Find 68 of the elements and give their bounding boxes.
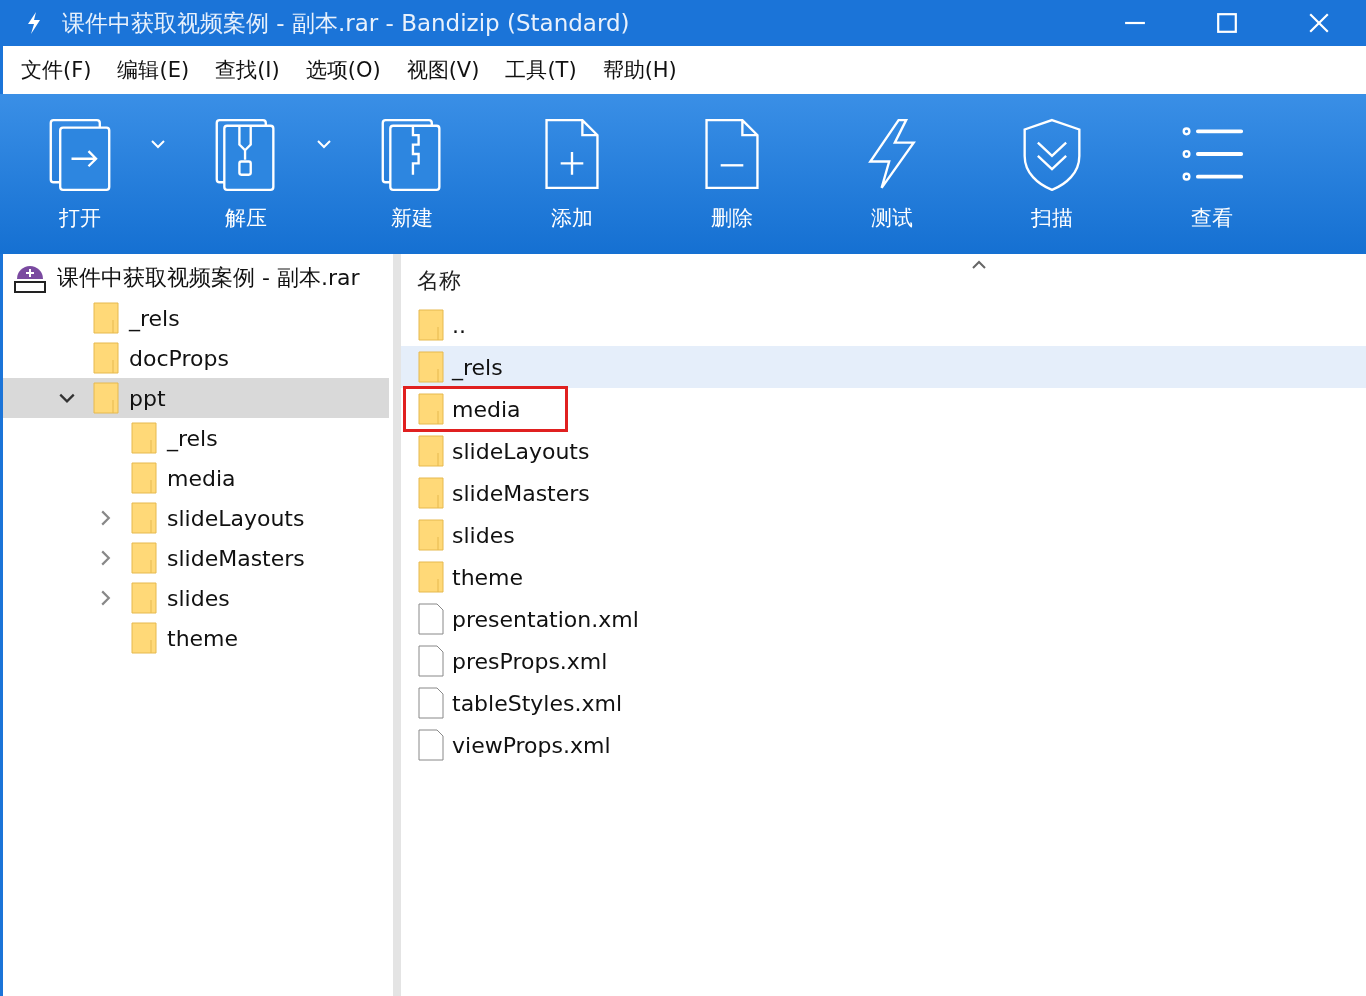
toolbar-button[interactable]: 扫描 <box>1002 116 1102 232</box>
chevron-down-icon[interactable] <box>58 392 76 404</box>
folder-icon <box>131 422 157 454</box>
folder-icon <box>93 302 119 334</box>
file-row[interactable]: media <box>401 388 1366 430</box>
folder-icon <box>131 582 157 614</box>
column-header[interactable]: 名称 <box>417 266 461 296</box>
folder-icon <box>131 622 157 654</box>
menu-item[interactable]: 编辑(E) <box>117 56 190 84</box>
maximize-icon[interactable] <box>1216 12 1238 34</box>
folder-icon <box>418 393 444 425</box>
folder-icon <box>418 309 444 341</box>
folder-icon <box>418 561 444 593</box>
tree-item[interactable]: _rels <box>3 298 389 338</box>
folder-icon <box>418 519 444 551</box>
toolbar-button[interactable]: 解压 <box>196 116 296 232</box>
folder-icon <box>93 382 119 414</box>
chevron-right-icon[interactable] <box>99 509 111 527</box>
toolbar-button[interactable]: 添加 <box>522 116 622 232</box>
file-icon <box>418 645 444 677</box>
sort-ascending-icon[interactable] <box>971 260 987 270</box>
chevron-right-icon[interactable] <box>99 589 111 607</box>
menu-item[interactable]: 选项(O) <box>305 56 381 84</box>
menu-item[interactable]: 查找(I) <box>215 56 280 84</box>
close-icon[interactable] <box>1308 12 1330 34</box>
file-row[interactable]: presProps.xml <box>401 640 1366 682</box>
file-row[interactable]: viewProps.xml <box>401 724 1366 766</box>
folder-icon <box>93 342 119 374</box>
toolbar-button[interactable]: 测试 <box>842 116 942 232</box>
file-row[interactable]: _rels <box>401 346 1366 388</box>
caret-icon[interactable] <box>316 139 332 149</box>
tree-item[interactable]: _rels <box>3 418 389 458</box>
menu-item[interactable]: 帮助(H) <box>602 56 677 84</box>
menu-item[interactable]: 工具(T) <box>505 56 577 84</box>
tree-item[interactable]: theme <box>3 618 389 658</box>
tree-item[interactable]: ppt <box>3 378 389 418</box>
file-icon <box>418 603 444 635</box>
tree-item[interactable]: slides <box>3 578 389 618</box>
file-row[interactable]: .. <box>401 304 1366 346</box>
file-row[interactable]: slideLayouts <box>401 430 1366 472</box>
file-row[interactable]: presentation.xml <box>401 598 1366 640</box>
tree-item[interactable]: slideLayouts <box>3 498 389 538</box>
open-icon <box>47 116 113 192</box>
menu-item[interactable]: 视图(V) <box>406 56 480 84</box>
toolbar-button[interactable]: 打开 <box>30 116 130 232</box>
file-icon <box>418 729 444 761</box>
tree-item[interactable]: 课件中获取视频案例 - 副本.rar <box>3 258 389 298</box>
tree-item[interactable]: media <box>3 458 389 498</box>
folder-icon <box>131 502 157 534</box>
file-row[interactable]: slides <box>401 514 1366 556</box>
file-row[interactable]: slideMasters <box>401 472 1366 514</box>
file-icon <box>418 687 444 719</box>
caret-icon[interactable] <box>150 139 166 149</box>
chevron-right-icon[interactable] <box>99 549 111 567</box>
folder-icon <box>418 351 444 383</box>
tree-item[interactable]: slideMasters <box>3 538 389 578</box>
folder-icon <box>131 542 157 574</box>
toolbar-button[interactable]: 查看 <box>1162 116 1262 232</box>
toolbar-button[interactable]: 新建 <box>362 116 462 232</box>
toolbar-button[interactable]: 删除 <box>682 116 782 232</box>
file-row[interactable]: tableStyles.xml <box>401 682 1366 724</box>
folder-icon <box>418 477 444 509</box>
tree-item[interactable]: docProps <box>3 338 389 378</box>
file-row[interactable]: theme <box>401 556 1366 598</box>
folder-icon <box>418 435 444 467</box>
menu-item[interactable]: 文件(F) <box>21 56 92 84</box>
window-title: 课件中获取视频案例 - 副本.rar - Bandizip (Standard) <box>62 8 630 38</box>
folder-icon <box>131 462 157 494</box>
